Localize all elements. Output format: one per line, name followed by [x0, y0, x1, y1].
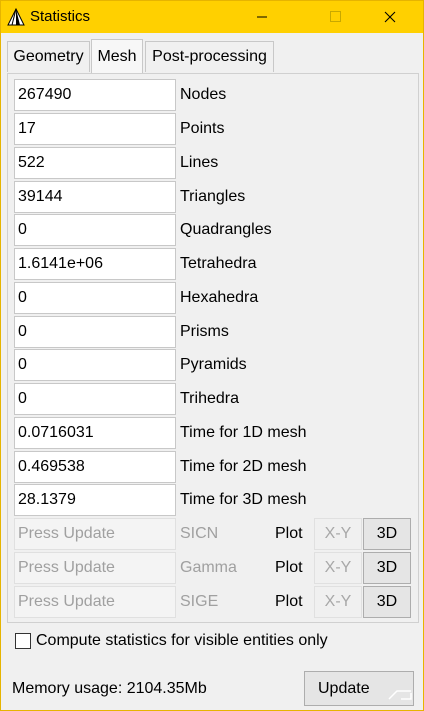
lines-label: Lines: [180, 154, 219, 171]
lines-value[interactable]: 522: [14, 147, 176, 179]
tab-post-processing[interactable]: Post-processing: [145, 41, 274, 72]
visible-only-checkbox[interactable]: [15, 633, 31, 649]
gamma-label: Gamma: [180, 559, 237, 576]
tab-geometry[interactable]: Geometry: [7, 41, 90, 72]
trihedra-value[interactable]: 0: [14, 383, 176, 415]
sige-value: Press Update: [14, 586, 176, 618]
gamma-3d-button[interactable]: 3D: [363, 552, 411, 584]
maximize-icon: [330, 11, 341, 22]
points-value[interactable]: 17: [14, 113, 176, 145]
quadrangles-value[interactable]: 0: [14, 214, 176, 246]
prisms-label: Prisms: [180, 323, 229, 340]
statistics-window: Statistics Geometry Mesh Post-processing…: [0, 0, 424, 711]
window-title: Statistics: [30, 8, 91, 25]
pyramids-value[interactable]: 0: [14, 349, 176, 381]
close-button[interactable]: [367, 1, 413, 33]
resize-grip-icon[interactable]: [387, 681, 413, 701]
time-2d-label: Time for 2D mesh: [180, 458, 307, 475]
close-icon: [384, 11, 396, 23]
hexahedra-value[interactable]: 0: [14, 282, 176, 314]
sige-label: SIGE: [180, 593, 219, 610]
time-1d-value[interactable]: 0.0716031: [14, 417, 176, 449]
gamma-xy-button[interactable]: X-Y: [314, 552, 362, 584]
maximize-button[interactable]: [313, 1, 359, 33]
sicn-3d-button[interactable]: 3D: [363, 518, 411, 550]
update-label: Update: [318, 679, 370, 697]
nodes-label: Nodes: [180, 86, 227, 103]
sige-xy-button[interactable]: X-Y: [314, 586, 362, 618]
visible-only-label: Compute statistics for visible entities …: [36, 632, 328, 649]
gamma-plot-label: Plot: [275, 559, 303, 576]
points-label: Points: [180, 120, 225, 137]
gamma-value: Press Update: [14, 552, 176, 584]
pyramids-label: Pyramids: [180, 356, 247, 373]
time-3d-label: Time for 3D mesh: [180, 491, 307, 508]
triangles-label: Triangles: [180, 188, 246, 205]
trihedra-label: Trihedra: [180, 390, 239, 407]
sige-3d-button[interactable]: 3D: [363, 586, 411, 618]
triangles-value[interactable]: 39144: [14, 181, 176, 213]
app-icon: [7, 8, 25, 26]
tetrahedra-label: Tetrahedra: [180, 255, 257, 272]
nodes-value[interactable]: 267490: [14, 79, 176, 111]
time-1d-label: Time for 1D mesh: [180, 424, 307, 441]
tetrahedra-value[interactable]: 1.6141e+06: [14, 248, 176, 280]
tab-mesh[interactable]: Mesh: [91, 39, 143, 73]
time-2d-value[interactable]: 0.469538: [14, 451, 176, 483]
sicn-label: SICN: [180, 525, 219, 542]
sige-plot-label: Plot: [275, 593, 303, 610]
sicn-plot-label: Plot: [275, 525, 303, 542]
quadrangles-label: Quadrangles: [180, 221, 272, 238]
prisms-value[interactable]: 0: [14, 316, 176, 348]
sicn-xy-button[interactable]: X-Y: [314, 518, 362, 550]
hexahedra-label: Hexahedra: [180, 289, 259, 306]
sicn-value: Press Update: [14, 518, 176, 550]
title-bar[interactable]: Statistics: [1, 1, 423, 33]
memory-usage: Memory usage: 2104.35Mb: [12, 680, 207, 697]
minimize-button[interactable]: [239, 1, 285, 33]
time-3d-value[interactable]: 28.1379: [14, 484, 176, 516]
minimize-icon: [257, 16, 267, 18]
